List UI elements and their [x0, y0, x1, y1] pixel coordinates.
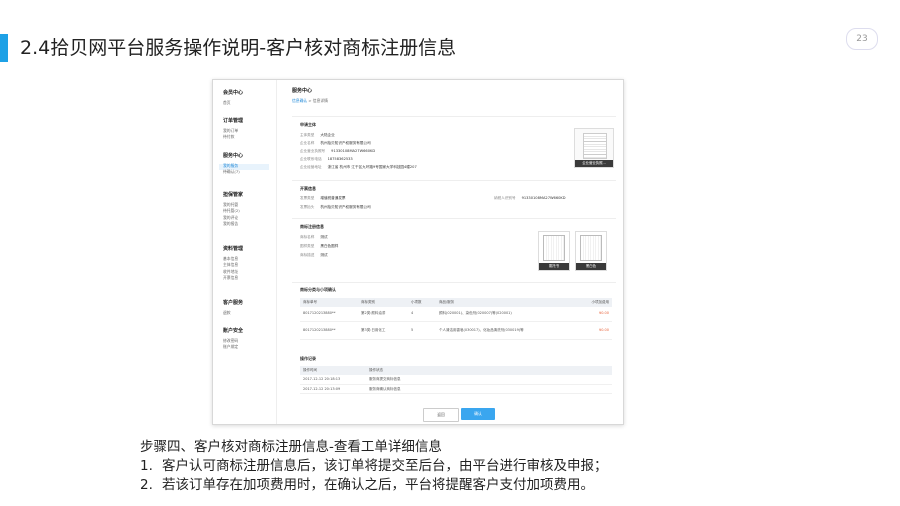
- section-title-trademark: 商标注册信息: [300, 224, 324, 229]
- step-title: 步骤四、客户核对商标注册信息-查看工单详细信息: [140, 439, 442, 455]
- table-row: 2017-12-12 20:18:13 服务商提交商标信息: [300, 375, 612, 385]
- sidebar-item-pending-pay[interactable]: 待付款: [223, 134, 243, 142]
- cell-time: 2017-12-12 20:13:09: [300, 384, 366, 395]
- sidebar-group-security: 账户安全 修改密码 账户绑定: [223, 328, 243, 352]
- title-accent-bar: [0, 34, 8, 62]
- section-title-classes: 商标分类与小项确认: [300, 287, 336, 292]
- sidebar-group-orders: 订单管理 我的订单 待付款: [223, 118, 243, 142]
- sidebar-heading: 服务中心: [223, 153, 244, 159]
- cell-class: 第2类:颜料油漆: [358, 307, 408, 322]
- item-number: 1.: [140, 458, 153, 474]
- sidebar-heading: 会员中心: [223, 90, 244, 96]
- info-row: 纳税人识别号 91330108MA27W660KD: [494, 196, 566, 200]
- sidebar-heading: 资料管理: [223, 246, 244, 252]
- table-header-row: 商标单号 商标类别 小项数 商品/服务 小项加费用: [300, 298, 612, 307]
- sidebar-item-invoice-info[interactable]: 开票信息: [223, 275, 243, 283]
- sidebar-group-member: 会员中心 首页: [223, 90, 243, 107]
- divider: [292, 180, 616, 181]
- info-row: 商标描述 测试: [300, 253, 328, 257]
- section-title-applicant: 申请主体: [300, 122, 316, 127]
- item-text: 若该订单存在加项费用时，在确认之后，平台将提醒客户支付加项费用。: [162, 477, 594, 493]
- page-number: 23: [846, 28, 878, 50]
- divider: [292, 116, 616, 117]
- column-header: 商标单号: [300, 298, 358, 307]
- divider: [292, 282, 616, 283]
- screenshot-panel: 会员中心 首页 订单管理 我的订单 待付款 服务中心 我的服务 待确认(7) 担…: [212, 79, 624, 425]
- cell-fee: ¥0.00: [570, 321, 612, 340]
- cell-count: 4: [408, 307, 436, 322]
- cell-items: 颜料(020001)、染色剂(020007)等(020001): [436, 307, 570, 322]
- sidebar-item-account-binding[interactable]: 账户绑定: [223, 344, 243, 352]
- cell-count: 5: [408, 321, 436, 340]
- thumbnail-caption: 黑白色: [576, 263, 606, 270]
- main-content: 服务中心 信息确认 > 信息详情 申请主体 主体类型 大陆企业 企业名称 杭州拾贝知…: [292, 88, 616, 422]
- cell-items: 个人清洁用香皂(030017)、化妆品清洗剂(030019)等: [436, 321, 570, 340]
- cell-class: 第3类:日用化工: [358, 321, 408, 340]
- cell-order: 8017120213880**: [300, 321, 358, 340]
- breadcrumb-current: 信息详情: [312, 97, 328, 103]
- sidebar-heading: 订单管理: [223, 118, 244, 124]
- item-number: 2.: [140, 477, 153, 493]
- divider: [292, 218, 616, 219]
- step-item: 1. 客户认可商标注册信息后，该订单将提交至后台，由平台进行审核及申报；: [140, 457, 608, 476]
- cell-order: 8017120213880**: [300, 307, 358, 322]
- cell-status: 服务商确认商标信息: [366, 384, 612, 395]
- table-row: 8017120213880** 第3类:日用化工 5 个人清洁用香皂(03001…: [300, 321, 612, 340]
- step-caption: 步骤四、客户核对商标注册信息-查看工单详细信息 1. 客户认可商标注册信息后，该订…: [140, 438, 608, 495]
- power-of-attorney-thumbnail[interactable]: 委托书: [538, 231, 570, 271]
- section-title-log: 操作记录: [300, 356, 316, 361]
- sidebar-group-escrow: 担保管家 我的托管 待托管(2) 我的评论 我的报告: [223, 192, 243, 229]
- sidebar-item-my-reports[interactable]: 我的报告: [223, 221, 243, 229]
- table-row: 2017-12-12 20:13:09 服务商确认商标信息: [300, 384, 612, 395]
- sidebar-group-profile: 资料管理 基本信息 主体信息 收件地址 开票信息: [223, 246, 243, 283]
- classes-table: 商标单号 商标类别 小项数 商品/服务 小项加费用 8017120213880*…: [300, 298, 612, 340]
- sidebar-group-support: 客户服务 退款: [223, 300, 243, 317]
- sidebar-heading: 账户安全: [223, 328, 244, 334]
- info-row: 企业经营地址 浙江省 杭州市 江干区九环路9号国家大学科技园4幢207: [300, 165, 417, 169]
- sidebar-heading: 担保管家: [223, 192, 244, 198]
- document-icon: [583, 133, 607, 159]
- sidebar-group-service: 服务中心 我的服务 待确认(7): [219, 153, 269, 177]
- breadcrumb-link[interactable]: 信息确认: [292, 98, 307, 103]
- info-row: 发票抬头 杭州拾贝知识产权服务有限公司: [300, 205, 371, 209]
- member-sidebar: 会员中心 首页 订单管理 我的订单 待付款 服务中心 我的服务 待确认(7) 担…: [213, 80, 277, 424]
- info-row: 企业营业执照号 91330108MA27W660KD: [300, 149, 376, 153]
- column-header: 小项数: [408, 298, 436, 307]
- cell-status: 服务商提交商标信息: [366, 375, 612, 385]
- thumbnail-caption: 委托书: [539, 263, 569, 270]
- info-row: 主体类型 大陆企业: [300, 133, 335, 137]
- info-row: 企业联系电话 18758362533: [300, 157, 353, 161]
- table-row: 8017120213880** 第2类:颜料油漆 4 颜料(020001)、染色…: [300, 307, 612, 322]
- info-row: 企业名称 杭州拾贝知识产权服务有限公司: [300, 141, 371, 145]
- cell-fee: ¥0.00: [570, 307, 612, 322]
- trademark-image-thumbnail[interactable]: 黑白色: [575, 231, 607, 271]
- return-button[interactable]: 返回: [423, 408, 459, 422]
- info-row: 发票类型 增值税普通发票: [300, 196, 346, 200]
- thumbnail-caption: 企业营业执照...: [575, 160, 613, 167]
- cell-time: 2017-12-12 20:18:13: [300, 375, 366, 385]
- breadcrumb: 信息确认 > 信息详情: [292, 97, 616, 104]
- page-heading: 服务中心: [292, 88, 313, 94]
- business-license-thumbnail[interactable]: 企业营业执照...: [574, 128, 614, 168]
- column-header: 商品/服务: [436, 298, 570, 307]
- operation-log-table: 操作时间 操作状态 2017-12-12 20:18:13 服务商提交商标信息 …: [300, 366, 612, 395]
- table-header-row: 操作时间 操作状态: [300, 366, 612, 375]
- column-header: 商标类别: [358, 298, 408, 307]
- step-item: 2. 若该订单存在加项费用时，在确认之后，平台将提醒客户支付加项费用。: [140, 476, 608, 495]
- confirm-button[interactable]: 确认: [461, 408, 495, 420]
- document-icon: [580, 235, 602, 261]
- sidebar-heading: 客户服务: [223, 300, 244, 306]
- info-row: 图样类型 黑白色图样: [300, 244, 339, 248]
- sidebar-item-refund[interactable]: 退款: [223, 310, 243, 318]
- info-row: 商标名称 测试: [300, 235, 328, 239]
- column-header: 操作时间: [300, 366, 366, 375]
- sidebar-item-pending-confirm[interactable]: 待确认(7): [223, 169, 269, 177]
- section-title-invoice: 开票信息: [300, 186, 316, 191]
- document-icon: [543, 235, 565, 261]
- sidebar-item-home[interactable]: 首页: [223, 100, 243, 108]
- slide-title: 2.4拾贝网平台服务操作说明-客户核对商标注册信息: [20, 37, 457, 59]
- column-header: 小项加费用: [570, 298, 612, 307]
- column-header: 操作状态: [366, 366, 612, 375]
- item-text: 客户认可商标注册信息后，该订单将提交至后台，由平台进行审核及申报；: [162, 458, 608, 474]
